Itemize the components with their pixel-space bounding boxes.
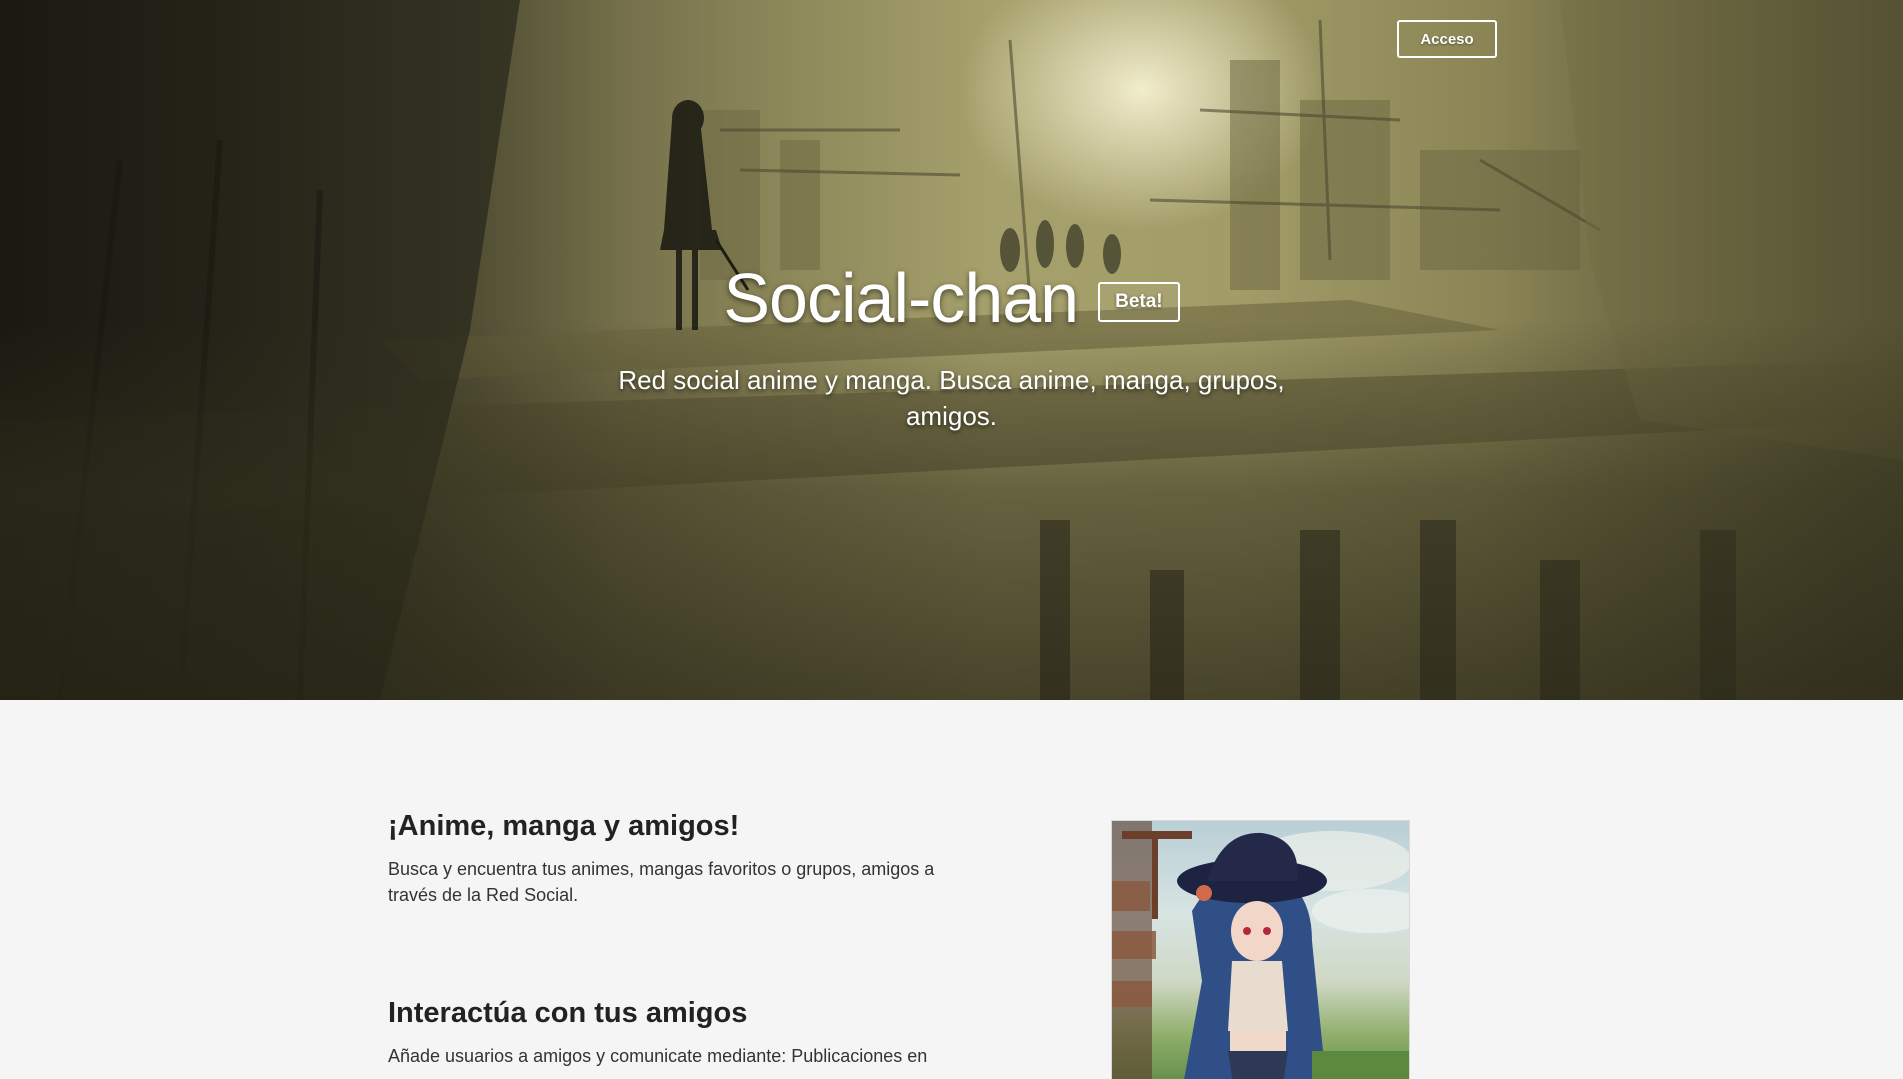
anime-character-image xyxy=(1111,820,1410,1079)
hero-subtitle: Red social anime y manga. Busca anime, m… xyxy=(618,365,1285,431)
feature-title: ¡Anime, manga y amigos! xyxy=(388,810,740,842)
feature-text: Añade usuarios a amigos y comunicate med… xyxy=(388,1046,928,1066)
feature-text: Busca y encuentra tus animes, mangas fav… xyxy=(388,859,935,905)
feature-block-friends: Interactúa con tus amigos Añade usuarios… xyxy=(388,995,948,1069)
beta-badge: Beta! xyxy=(1098,282,1180,322)
login-button[interactable]: Acceso xyxy=(1397,20,1497,58)
anime-character-illustration xyxy=(1112,821,1409,1079)
feature-block-anime: ¡Anime, manga y amigos! Busca y encuentr… xyxy=(388,808,948,908)
feature-title: Interactúa con tus amigos xyxy=(388,997,748,1029)
hero-title-row: Social-chan Beta! xyxy=(0,258,1903,338)
site-title: Social-chan xyxy=(723,259,1079,337)
hero-banner: Acceso Social-chan Beta! Red social anim… xyxy=(0,0,1903,700)
features-section: ¡Anime, manga y amigos! Busca y encuentr… xyxy=(0,700,1903,1079)
